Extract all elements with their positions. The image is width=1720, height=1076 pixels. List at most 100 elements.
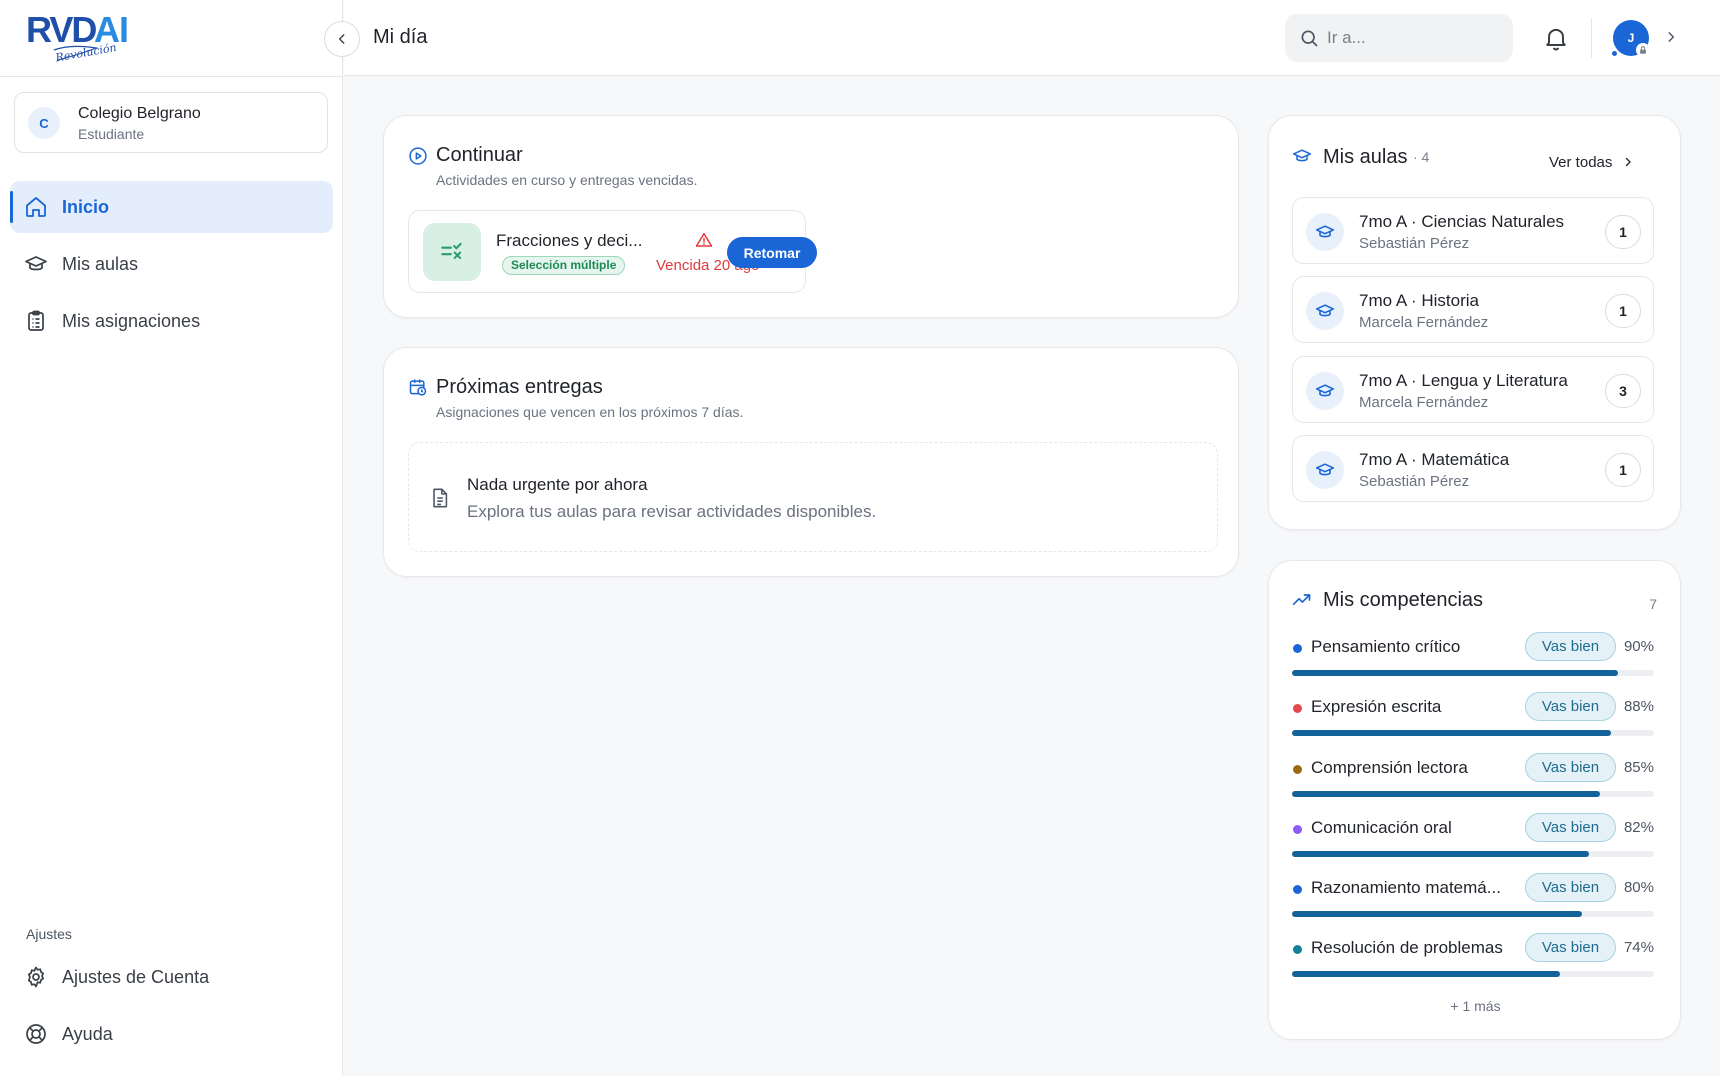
competency-percent: 88%	[1623, 698, 1654, 715]
chevron-left-icon	[338, 34, 345, 44]
class-item[interactable]: 7mo A · Historia Marcela Fernández 1	[1292, 276, 1654, 343]
competency-progress-track	[1292, 851, 1654, 857]
trending-up-icon	[1292, 594, 1311, 605]
clipboard-icon	[28, 310, 44, 331]
competency-status-badge: Vas bien	[1525, 873, 1616, 902]
chevron-right-icon[interactable]	[1664, 30, 1678, 44]
continue-card: Continuar Actividades en curso y entrega…	[383, 115, 1239, 318]
chevron-right-icon	[1626, 157, 1632, 167]
card-title: Próximas entregas	[436, 376, 603, 398]
org-avatar: C	[28, 107, 60, 139]
competency-row[interactable]: Resolución de problemas Vas bien 74%	[1292, 933, 1654, 983]
svg-text:RVD: RVD	[26, 9, 96, 50]
class-name: 7mo A · Historia	[1359, 291, 1479, 310]
empty-state-subtitle: Explora tus aulas para revisar actividad…	[467, 502, 877, 521]
competencies-count: 7	[1649, 596, 1657, 612]
graduation-cap-icon	[1306, 213, 1344, 251]
sidebar-item-inicio[interactable]: Inicio	[10, 181, 333, 233]
competency-progress-fill	[1292, 911, 1582, 917]
competency-progress-fill	[1292, 730, 1611, 736]
classes-card: Mis aulas · 4 Ver todas 7mo A · Ciencias…	[1268, 115, 1681, 530]
class-teacher: Marcela Fernández	[1359, 314, 1489, 331]
gear-icon	[27, 966, 45, 988]
sidebar-item-label: Ayuda	[62, 1024, 113, 1044]
competency-status-badge: Vas bien	[1525, 813, 1616, 842]
sidebar: RVD AI Revolución C Colegio Belgrano Est…	[0, 0, 343, 1076]
show-more-link[interactable]: + 1 más	[1269, 998, 1682, 1014]
card-subtitle: Asignaciones que vencen en los próximos …	[436, 404, 744, 420]
class-name: 7mo A · Matemática	[1359, 450, 1510, 469]
competency-row[interactable]: Comprensión lectora Vas bien 85%	[1292, 753, 1654, 803]
class-name: 7mo A · Ciencias Naturales	[1359, 212, 1565, 231]
graduation-cap-icon	[1306, 292, 1344, 330]
sidebar-item-mis-asignaciones[interactable]: Mis asignaciones	[10, 295, 333, 347]
sidebar-item-ajustes-cuenta[interactable]: Ajustes de Cuenta	[10, 951, 333, 1003]
competency-name: Comunicación oral	[1311, 818, 1452, 837]
competency-progress-track	[1292, 911, 1654, 917]
class-item[interactable]: 7mo A · Lengua y Literatura Marcela Fern…	[1292, 356, 1654, 423]
competency-percent: 74%	[1623, 939, 1654, 956]
warning-icon	[695, 232, 713, 247]
competency-row[interactable]: Pensamiento crítico Vas bien 90%	[1292, 632, 1654, 682]
search-box[interactable]	[1285, 14, 1513, 62]
competency-progress-fill	[1292, 791, 1600, 797]
top-bar	[344, 0, 1720, 76]
search-icon	[1301, 30, 1318, 47]
resume-button[interactable]: Retomar	[727, 237, 817, 268]
competency-status-badge: Vas bien	[1525, 692, 1616, 721]
sidebar-item-label: Mis asignaciones	[62, 311, 201, 331]
upcoming-card: Próximas entregas Asignaciones que vence…	[383, 347, 1239, 577]
graduation-cap-icon	[1306, 372, 1344, 410]
sidebar-item-label: Ajustes de Cuenta	[62, 967, 210, 987]
search-input[interactable]	[1327, 26, 1497, 50]
sidebar-item-ayuda[interactable]: Ayuda	[10, 1008, 333, 1060]
sidebar-divider	[0, 76, 343, 77]
empty-state-title: Nada urgente por ahora	[467, 475, 648, 494]
see-all-label: Ver todas	[1549, 153, 1613, 171]
class-name: 7mo A · Lengua y Literatura	[1359, 371, 1568, 390]
activity-item[interactable]: Fracciones y deci... Selección múltiple …	[408, 210, 817, 293]
class-pending-count: 3	[1605, 374, 1641, 408]
header-divider	[1591, 18, 1592, 58]
class-item[interactable]: 7mo A · Matemática Sebastián Pérez 1	[1292, 435, 1654, 502]
active-indicator	[10, 191, 13, 223]
settings-heading: Ajustes	[26, 926, 72, 942]
class-teacher: Sebastián Pérez	[1359, 235, 1470, 252]
competency-progress-fill	[1292, 851, 1589, 857]
graduation-cap-icon	[1292, 149, 1312, 162]
competency-name: Expresión escrita	[1311, 697, 1442, 716]
competency-percent: 80%	[1623, 879, 1654, 896]
graduation-cap-icon	[25, 256, 47, 271]
org-role: Estudiante	[78, 126, 145, 142]
competency-percent: 85%	[1623, 759, 1654, 776]
activity-title: Fracciones y deci...	[496, 231, 643, 250]
competency-color-dot	[1293, 825, 1302, 834]
lifebuoy-icon	[26, 1024, 46, 1044]
competency-percent: 82%	[1623, 819, 1654, 836]
calendar-clock-icon	[409, 379, 427, 396]
sidebar-item-mis-aulas[interactable]: Mis aulas	[10, 238, 333, 290]
competency-progress-track	[1292, 971, 1654, 977]
competency-color-dot	[1293, 644, 1302, 653]
competency-row[interactable]: Comunicación oral Vas bien 82%	[1292, 813, 1654, 863]
organization-switcher[interactable]: C Colegio Belgrano Estudiante	[14, 92, 328, 153]
competency-color-dot	[1293, 765, 1302, 774]
class-pending-count: 1	[1605, 453, 1641, 487]
online-status-dot	[1611, 50, 1618, 57]
card-subtitle: Actividades en curso y entregas vencidas…	[436, 172, 698, 188]
card-title: Continuar	[436, 144, 523, 166]
notifications-bell-icon[interactable]	[1542, 24, 1570, 52]
brand-logo[interactable]: RVD AI Revolución	[26, 8, 146, 70]
class-item[interactable]: 7mo A · Ciencias Naturales Sebastián Pér…	[1292, 197, 1654, 264]
competency-color-dot	[1293, 704, 1302, 713]
page-title: Mi día	[373, 26, 428, 48]
competency-name: Comprensión lectora	[1311, 758, 1468, 777]
competency-progress-track	[1292, 791, 1654, 797]
competency-row[interactable]: Expresión escrita Vas bien 88%	[1292, 692, 1654, 742]
collapse-sidebar-button[interactable]	[324, 21, 360, 57]
class-pending-count: 1	[1605, 215, 1641, 249]
see-all-link[interactable]: Ver todas	[1549, 152, 1634, 172]
sidebar-item-label: Inicio	[62, 197, 110, 217]
competency-row[interactable]: Razonamiento matemá... Vas bien 80%	[1292, 873, 1654, 923]
class-pending-count: 1	[1605, 294, 1641, 328]
